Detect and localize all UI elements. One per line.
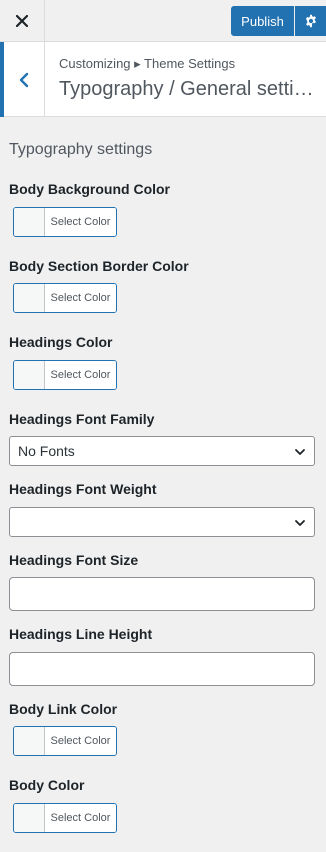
publish-button[interactable]: Publish bbox=[231, 6, 294, 36]
body-link-color-label: Body Link Color bbox=[9, 701, 118, 717]
close-icon bbox=[16, 15, 28, 27]
body-section-border-color-button[interactable]: Select Color bbox=[13, 283, 117, 313]
body-color-button[interactable]: Select Color bbox=[13, 803, 117, 833]
publish-settings-button[interactable] bbox=[295, 6, 326, 36]
headings-color-button[interactable]: Select Color bbox=[13, 360, 117, 390]
color-swatch bbox=[14, 208, 45, 236]
headings-line-height-label: Headings Line Height bbox=[9, 626, 153, 642]
body-section-border-color-label: Body Section Border Color bbox=[9, 258, 189, 274]
headings-font-family-label: Headings Font Family bbox=[9, 411, 155, 427]
close-customizer-button[interactable] bbox=[0, 0, 45, 42]
gear-icon bbox=[305, 14, 316, 28]
breadcrumb: Customizing ▸ Theme Settings bbox=[59, 56, 236, 71]
select-color-label: Select Color bbox=[45, 727, 116, 755]
section-header: Customizing ▸ Theme Settings Typography … bbox=[0, 42, 326, 117]
select-color-label: Select Color bbox=[45, 208, 116, 236]
select-color-label: Select Color bbox=[45, 361, 116, 389]
headings-font-weight-select[interactable] bbox=[9, 507, 315, 537]
body-color-label: Body Color bbox=[9, 777, 85, 793]
chevron-left-icon bbox=[19, 72, 29, 87]
publish-actions: Publish bbox=[231, 6, 326, 36]
select-value: No Fonts bbox=[18, 443, 75, 459]
headings-font-size-input[interactable] bbox=[9, 577, 315, 611]
chevron-down-icon bbox=[295, 520, 305, 526]
color-swatch bbox=[14, 361, 45, 389]
customizer-header: Publish bbox=[0, 0, 326, 42]
headings-line-height-input[interactable] bbox=[9, 652, 315, 686]
back-button[interactable] bbox=[0, 42, 45, 117]
select-color-label: Select Color bbox=[45, 284, 116, 312]
color-swatch bbox=[14, 284, 45, 312]
color-swatch bbox=[14, 804, 45, 832]
body-background-color-button[interactable]: Select Color bbox=[13, 207, 117, 237]
select-color-label: Select Color bbox=[45, 804, 116, 832]
body-background-color-label: Body Background Color bbox=[9, 181, 171, 197]
headings-color-label: Headings Color bbox=[9, 334, 113, 350]
chevron-down-icon bbox=[295, 449, 305, 455]
panel-title: Typography settings bbox=[9, 141, 153, 158]
body-link-color-button[interactable]: Select Color bbox=[13, 726, 117, 756]
headings-font-weight-label: Headings Font Weight bbox=[9, 481, 157, 497]
section-title: Typography / General settings bbox=[59, 78, 317, 100]
headings-font-family-select[interactable]: No Fonts bbox=[9, 436, 315, 466]
headings-font-size-label: Headings Font Size bbox=[9, 552, 139, 568]
color-swatch bbox=[14, 727, 45, 755]
